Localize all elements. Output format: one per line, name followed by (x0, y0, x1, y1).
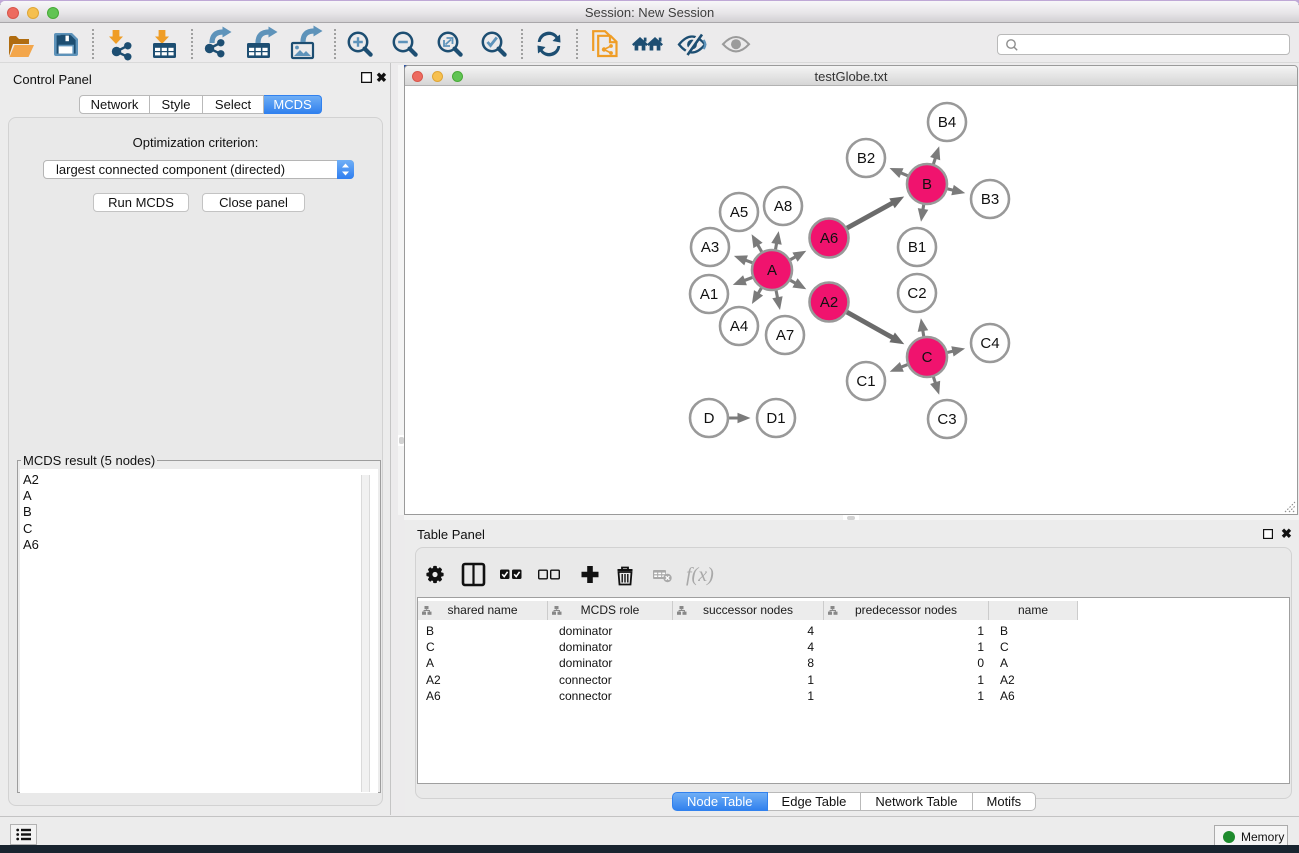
svg-text:B: B (922, 176, 932, 193)
svg-text:A6: A6 (820, 230, 838, 247)
svg-text:A2: A2 (820, 294, 838, 311)
svg-text:C2: C2 (907, 285, 926, 302)
svg-text:B3: B3 (981, 191, 999, 208)
svg-text:A: A (767, 262, 777, 279)
svg-text:B1: B1 (908, 239, 926, 256)
svg-text:D: D (704, 410, 715, 427)
svg-text:A8: A8 (774, 198, 792, 215)
svg-text:C: C (922, 349, 933, 366)
svg-text:A1: A1 (700, 286, 718, 303)
svg-text:C4: C4 (980, 335, 999, 352)
svg-text:A3: A3 (701, 239, 719, 256)
svg-text:D1: D1 (766, 410, 785, 427)
svg-text:B2: B2 (857, 150, 875, 167)
svg-text:C1: C1 (856, 373, 875, 390)
svg-text:A7: A7 (776, 327, 794, 344)
svg-text:A4: A4 (730, 318, 748, 335)
svg-text:A5: A5 (730, 204, 748, 221)
svg-text:B4: B4 (938, 114, 956, 131)
svg-text:C3: C3 (937, 411, 956, 428)
